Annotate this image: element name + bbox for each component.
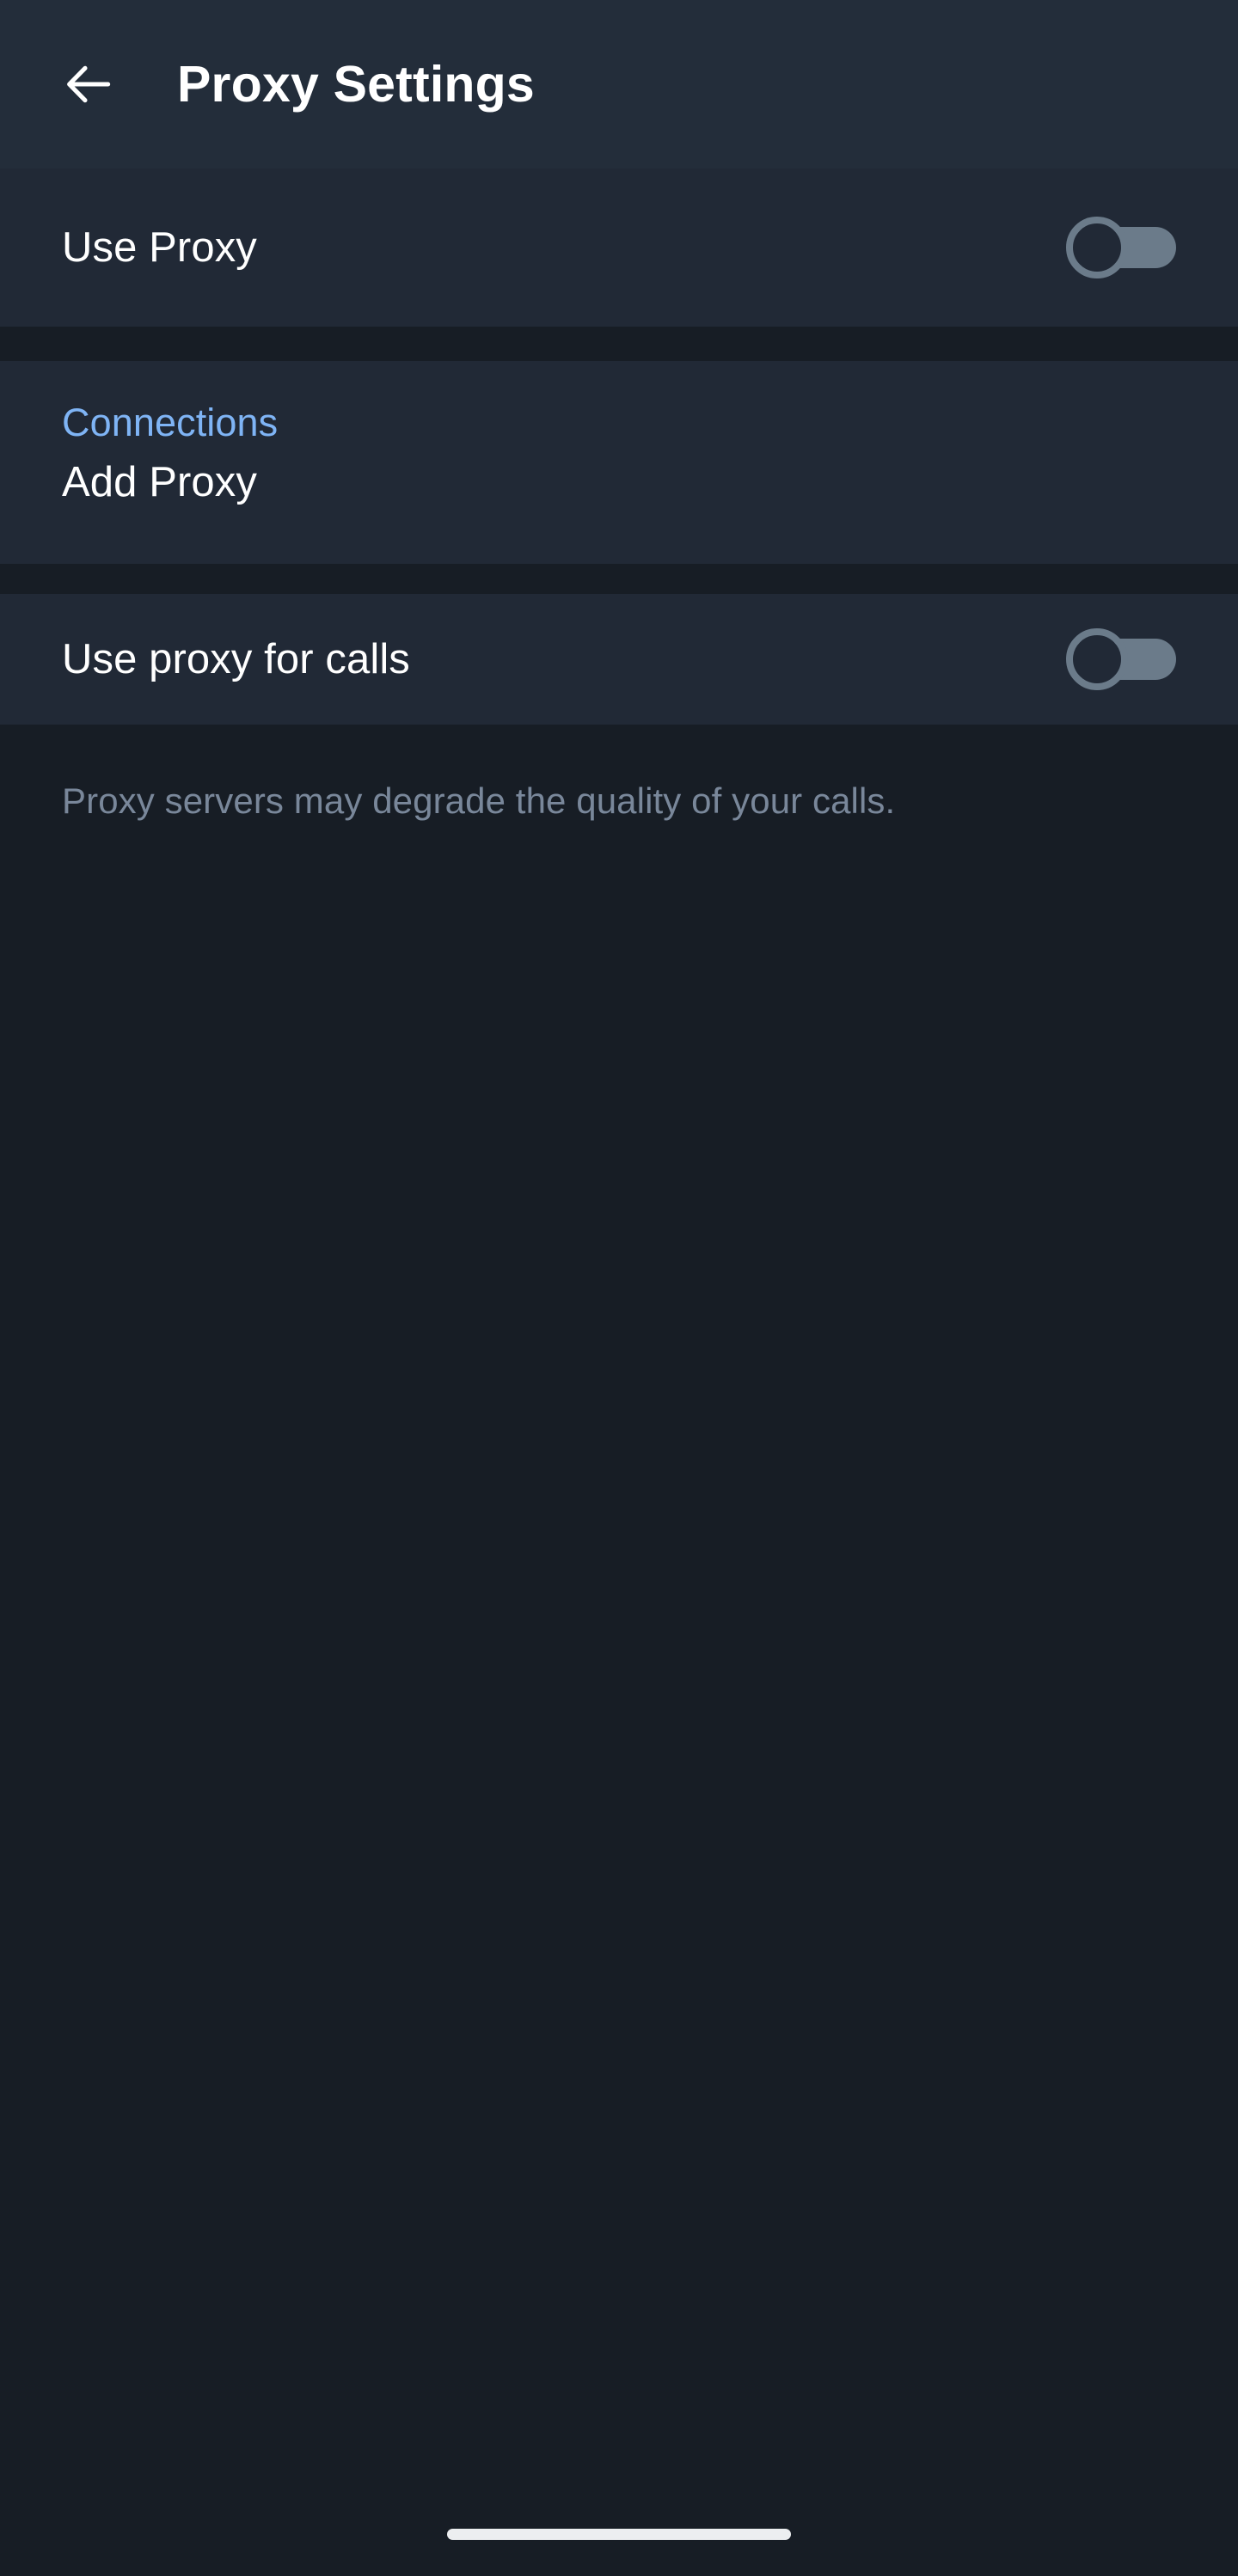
footnote-text: Proxy servers may degrade the quality of… [62,780,896,821]
toggle-use-proxy-for-calls[interactable] [1066,627,1176,692]
arrow-left-icon [61,57,116,112]
footnote-area: Proxy servers may degrade the quality of… [0,725,1238,2576]
section-divider-1 [0,327,1238,361]
row-add-proxy[interactable]: Add Proxy [0,459,1238,564]
row-label-use-proxy: Use Proxy [62,223,257,271]
proxy-settings-screen: Proxy Settings Use Proxy Connections Add… [0,0,1238,2576]
app-bar: Proxy Settings [0,0,1238,168]
section-header-label-connections: Connections [62,401,279,444]
home-indicator[interactable] [447,2529,791,2540]
section-header-connections: Connections [0,361,1238,461]
section-use-proxy: Use Proxy [0,168,1238,327]
toggle-thumb [1066,628,1128,690]
row-use-proxy[interactable]: Use Proxy [0,168,1238,327]
row-use-proxy-for-calls[interactable]: Use proxy for calls [0,594,1238,725]
toggle-use-proxy[interactable] [1066,215,1176,280]
back-button[interactable] [52,47,126,121]
section-connections: Connections Add Proxy [0,361,1238,564]
row-label-use-proxy-for-calls: Use proxy for calls [62,635,410,682]
section-divider-2 [0,564,1238,594]
page-title: Proxy Settings [177,55,535,113]
toggle-thumb [1066,217,1128,278]
section-calls: Use proxy for calls [0,594,1238,725]
row-label-add-proxy: Add Proxy [62,459,257,505]
